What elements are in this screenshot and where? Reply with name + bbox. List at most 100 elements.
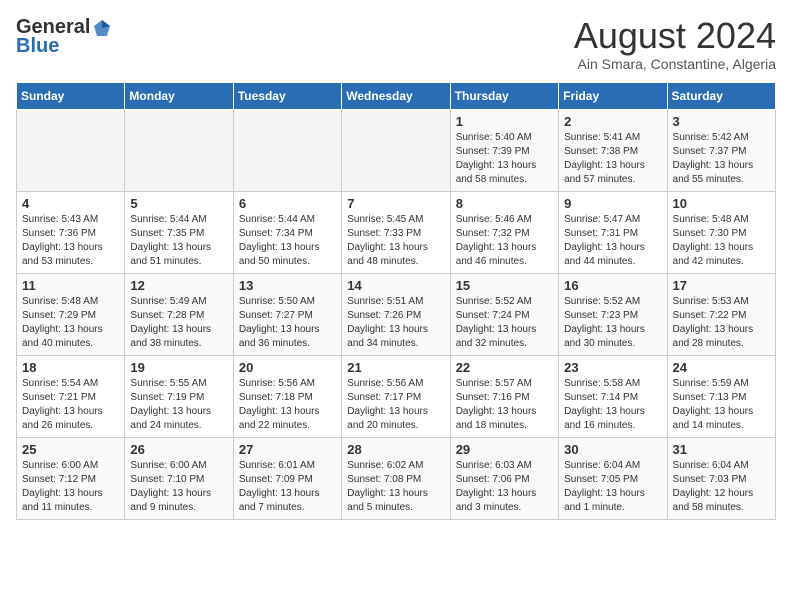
day-info: Sunrise: 5:47 AM Sunset: 7:31 PM Dayligh… [564, 213, 661, 269]
calendar-cell: 6Sunrise: 5:44 AM Sunset: 7:34 PM Daylig… [233, 191, 341, 273]
calendar-week-row: 1 Sunrise: 5:40 AM Sunset: 7:39 PM Daylig… [17, 109, 776, 191]
day-info: Sunrise: 5:59 AM Sunset: 7:13 PM Dayligh… [673, 377, 770, 433]
calendar-cell: 13 Sunrise: 5:50 AM Sunset: 7:27 PM Dayli… [233, 273, 341, 355]
day-number: 22 [456, 360, 553, 375]
calendar-cell: 3Sunrise: 5:42 AM Sunset: 7:37 PM Daylig… [667, 109, 775, 191]
calendar-cell: 23Sunrise: 5:58 AM Sunset: 7:14 PM Dayli… [559, 355, 667, 437]
day-number: 5 [130, 196, 227, 211]
calendar-cell: 12Sunrise: 5:49 AM Sunset: 7:28 PM Dayli… [125, 273, 233, 355]
calendar-cell [17, 109, 125, 191]
day-number: 2 [564, 114, 661, 129]
day-number: 11 [22, 278, 119, 293]
day-info: Sunrise: 6:00 AM Sunset: 7:12 PM Dayligh… [22, 459, 119, 515]
calendar-cell: 16Sunrise: 5:52 AM Sunset: 7:23 PM Dayli… [559, 273, 667, 355]
calendar-cell: 9 Sunrise: 5:47 AM Sunset: 7:31 PM Daylig… [559, 191, 667, 273]
weekday-header-wednesday: Wednesday [342, 82, 450, 109]
day-info: Sunrise: 5:55 AM Sunset: 7:19 PM Dayligh… [130, 377, 227, 433]
day-number: 28 [347, 442, 444, 457]
calendar-cell: 4 Sunrise: 5:43 AM Sunset: 7:36 PM Daylig… [17, 191, 125, 273]
day-info: Sunrise: 5:48 AM Sunset: 7:29 PM Dayligh… [22, 295, 119, 351]
calendar-table: SundayMondayTuesdayWednesdayThursdayFrid… [16, 82, 776, 520]
day-info: Sunrise: 6:04 AM Sunset: 7:05 PM Dayligh… [564, 459, 661, 515]
calendar-cell [233, 109, 341, 191]
day-info: Sunrise: 5:44 AM Sunset: 7:34 PM Dayligh… [239, 213, 336, 269]
day-info: Sunrise: 5:57 AM Sunset: 7:16 PM Dayligh… [456, 377, 553, 433]
calendar-cell: 27Sunrise: 6:01 AM Sunset: 7:09 PM Dayli… [233, 437, 341, 519]
day-number: 13 [239, 278, 336, 293]
logo-flag-icon [92, 18, 112, 38]
location-subtitle: Ain Smara, Constantine, Algeria [574, 56, 776, 72]
day-number: 8 [456, 196, 553, 211]
calendar-week-row: 18 Sunrise: 5:54 AM Sunset: 7:21 PM Dayli… [17, 355, 776, 437]
day-info: Sunrise: 5:56 AM Sunset: 7:18 PM Dayligh… [239, 377, 336, 433]
day-info: Sunrise: 5:54 AM Sunset: 7:21 PM Dayligh… [22, 377, 119, 433]
calendar-cell: 17Sunrise: 5:53 AM Sunset: 7:22 PM Dayli… [667, 273, 775, 355]
calendar-week-row: 25 Sunrise: 6:00 AM Sunset: 7:12 PM Dayli… [17, 437, 776, 519]
weekday-header-tuesday: Tuesday [233, 82, 341, 109]
day-number: 14 [347, 278, 444, 293]
day-number: 7 [347, 196, 444, 211]
calendar-cell: 24 Sunrise: 5:59 AM Sunset: 7:13 PM Dayli… [667, 355, 775, 437]
day-number: 10 [673, 196, 770, 211]
calendar-cell: 31Sunrise: 6:04 AM Sunset: 7:03 PM Dayli… [667, 437, 775, 519]
month-title: August 2024 [574, 16, 776, 56]
day-info: Sunrise: 5:43 AM Sunset: 7:36 PM Dayligh… [22, 213, 119, 269]
day-info: Sunrise: 5:41 AM Sunset: 7:38 PM Dayligh… [564, 131, 661, 187]
title-section: August 2024 Ain Smara, Constantine, Alge… [574, 16, 776, 72]
calendar-cell: 19 Sunrise: 5:55 AM Sunset: 7:19 PM Dayli… [125, 355, 233, 437]
day-info: Sunrise: 5:56 AM Sunset: 7:17 PM Dayligh… [347, 377, 444, 433]
day-number: 18 [22, 360, 119, 375]
day-number: 15 [456, 278, 553, 293]
calendar-cell: 8 Sunrise: 5:46 AM Sunset: 7:32 PM Daylig… [450, 191, 558, 273]
weekday-header-saturday: Saturday [667, 82, 775, 109]
calendar-cell [342, 109, 450, 191]
day-number: 4 [22, 196, 119, 211]
day-number: 27 [239, 442, 336, 457]
day-number: 25 [22, 442, 119, 457]
calendar-cell: 15 Sunrise: 5:52 AM Sunset: 7:24 PM Dayli… [450, 273, 558, 355]
day-number: 30 [564, 442, 661, 457]
day-info: Sunrise: 5:58 AM Sunset: 7:14 PM Dayligh… [564, 377, 661, 433]
calendar-cell: 21 Sunrise: 5:56 AM Sunset: 7:17 PM Dayli… [342, 355, 450, 437]
day-info: Sunrise: 5:45 AM Sunset: 7:33 PM Dayligh… [347, 213, 444, 269]
calendar-cell: 18 Sunrise: 5:54 AM Sunset: 7:21 PM Dayli… [17, 355, 125, 437]
calendar-cell: 25 Sunrise: 6:00 AM Sunset: 7:12 PM Dayli… [17, 437, 125, 519]
weekday-header-row: SundayMondayTuesdayWednesdayThursdayFrid… [17, 82, 776, 109]
weekday-header-sunday: Sunday [17, 82, 125, 109]
day-number: 20 [239, 360, 336, 375]
calendar-cell: 14 Sunrise: 5:51 AM Sunset: 7:26 PM Dayli… [342, 273, 450, 355]
day-number: 9 [564, 196, 661, 211]
day-info: Sunrise: 6:04 AM Sunset: 7:03 PM Dayligh… [673, 459, 770, 515]
day-number: 21 [347, 360, 444, 375]
day-info: Sunrise: 5:52 AM Sunset: 7:24 PM Dayligh… [456, 295, 553, 351]
calendar-cell: 1 Sunrise: 5:40 AM Sunset: 7:39 PM Daylig… [450, 109, 558, 191]
day-info: Sunrise: 5:50 AM Sunset: 7:27 PM Dayligh… [239, 295, 336, 351]
calendar-week-row: 4 Sunrise: 5:43 AM Sunset: 7:36 PM Daylig… [17, 191, 776, 273]
day-info: Sunrise: 5:42 AM Sunset: 7:37 PM Dayligh… [673, 131, 770, 187]
day-info: Sunrise: 5:51 AM Sunset: 7:26 PM Dayligh… [347, 295, 444, 351]
day-info: Sunrise: 5:44 AM Sunset: 7:35 PM Dayligh… [130, 213, 227, 269]
day-info: Sunrise: 5:40 AM Sunset: 7:39 PM Dayligh… [456, 131, 553, 187]
weekday-header-monday: Monday [125, 82, 233, 109]
calendar-cell: 7 Sunrise: 5:45 AM Sunset: 7:33 PM Daylig… [342, 191, 450, 273]
calendar-cell: 26Sunrise: 6:00 AM Sunset: 7:10 PM Dayli… [125, 437, 233, 519]
day-info: Sunrise: 5:46 AM Sunset: 7:32 PM Dayligh… [456, 213, 553, 269]
calendar-cell [125, 109, 233, 191]
calendar-cell: 22 Sunrise: 5:57 AM Sunset: 7:16 PM Dayli… [450, 355, 558, 437]
day-info: Sunrise: 6:02 AM Sunset: 7:08 PM Dayligh… [347, 459, 444, 515]
header: General Blue August 2024 Ain Smara, Cons… [16, 16, 776, 72]
calendar-cell: 28 Sunrise: 6:02 AM Sunset: 7:08 PM Dayli… [342, 437, 450, 519]
day-number: 12 [130, 278, 227, 293]
logo: General Blue [16, 16, 112, 58]
calendar-cell: 11 Sunrise: 5:48 AM Sunset: 7:29 PM Dayli… [17, 273, 125, 355]
calendar-cell: 30 Sunrise: 6:04 AM Sunset: 7:05 PM Dayli… [559, 437, 667, 519]
calendar-cell: 5 Sunrise: 5:44 AM Sunset: 7:35 PM Daylig… [125, 191, 233, 273]
day-number: 1 [456, 114, 553, 129]
calendar-cell: 2 Sunrise: 5:41 AM Sunset: 7:38 PM Daylig… [559, 109, 667, 191]
day-number: 19 [130, 360, 227, 375]
weekday-header-thursday: Thursday [450, 82, 558, 109]
logo-blue-text: Blue [16, 35, 59, 58]
day-info: Sunrise: 5:48 AM Sunset: 7:30 PM Dayligh… [673, 213, 770, 269]
day-number: 24 [673, 360, 770, 375]
calendar-cell: 29Sunrise: 6:03 AM Sunset: 7:06 PM Dayli… [450, 437, 558, 519]
